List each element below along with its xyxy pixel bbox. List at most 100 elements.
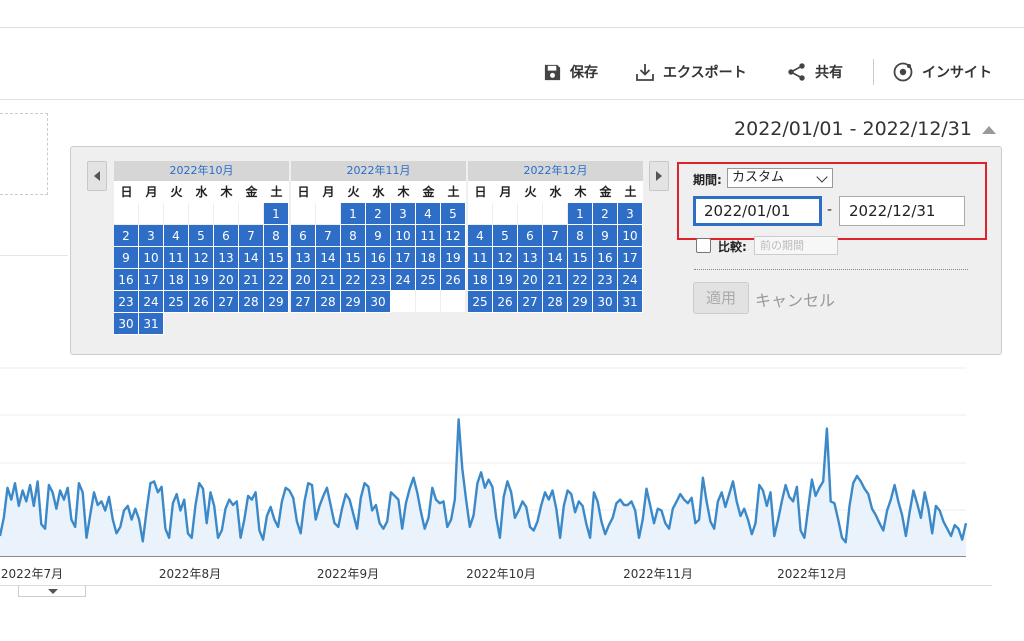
calendar-day[interactable]: 3 <box>618 203 643 225</box>
calendar-day[interactable]: 17 <box>618 247 643 269</box>
calendar-day[interactable]: 28 <box>316 291 341 313</box>
calendar-day[interactable]: 8 <box>568 225 593 247</box>
calendar-day[interactable]: 7 <box>239 225 264 247</box>
calendar-day[interactable]: 20 <box>214 269 239 291</box>
calendar-day[interactable]: 11 <box>164 247 189 269</box>
calendar-day[interactable]: 28 <box>543 291 568 313</box>
calendar-day[interactable]: 26 <box>441 269 466 291</box>
calendar-day[interactable]: 9 <box>114 247 139 269</box>
calendar-day[interactable]: 14 <box>316 247 341 269</box>
calendar-day[interactable]: 3 <box>139 225 164 247</box>
compare-select[interactable]: 前の期間 <box>754 236 838 255</box>
calendar-day[interactable]: 5 <box>189 225 214 247</box>
calendar-day[interactable]: 13 <box>214 247 239 269</box>
calendar-day[interactable]: 22 <box>568 269 593 291</box>
calendar-day[interactable]: 4 <box>468 225 493 247</box>
calendar-day[interactable]: 26 <box>493 291 518 313</box>
calendar-day[interactable]: 10 <box>139 247 164 269</box>
calendar-day[interactable]: 15 <box>264 247 289 269</box>
cancel-link[interactable]: キャンセル <box>755 287 835 311</box>
calendar-day[interactable]: 19 <box>441 247 466 269</box>
export-button[interactable]: エクスポート <box>635 60 747 84</box>
calendar-day[interactable]: 19 <box>493 269 518 291</box>
share-button[interactable]: 共有 <box>787 60 843 84</box>
calendar-day[interactable]: 27 <box>291 291 316 313</box>
calendar-day[interactable]: 23 <box>593 269 618 291</box>
date-range-title[interactable]: 2022/01/01 - 2022/12/31 <box>734 118 972 140</box>
calendar-day[interactable]: 14 <box>239 247 264 269</box>
calendar-day[interactable]: 5 <box>493 225 518 247</box>
calendar-day[interactable]: 25 <box>468 291 493 313</box>
end-date-input[interactable]: 2022/12/31 <box>839 196 965 226</box>
calendar-day[interactable]: 16 <box>593 247 618 269</box>
calendar-day[interactable]: 18 <box>164 269 189 291</box>
calendar-day[interactable]: 20 <box>291 269 316 291</box>
calendar-day[interactable]: 7 <box>316 225 341 247</box>
calendar-day[interactable]: 12 <box>441 225 466 247</box>
calendar-day[interactable]: 24 <box>618 269 643 291</box>
calendar-day[interactable]: 15 <box>568 247 593 269</box>
calendar-day[interactable]: 7 <box>543 225 568 247</box>
calendar-day[interactable]: 5 <box>441 203 466 225</box>
calendar-day[interactable]: 29 <box>568 291 593 313</box>
calendar-day[interactable]: 31 <box>139 313 164 335</box>
calendar-day[interactable]: 9 <box>366 225 391 247</box>
calendar-day[interactable]: 8 <box>264 225 289 247</box>
calendar-day[interactable]: 12 <box>493 247 518 269</box>
calendar-day[interactable]: 26 <box>189 291 214 313</box>
calendar-day[interactable]: 1 <box>341 203 366 225</box>
calendar-day[interactable]: 21 <box>239 269 264 291</box>
calendar-day[interactable]: 24 <box>391 269 416 291</box>
compare-checkbox[interactable] <box>696 238 711 253</box>
calendar-day[interactable]: 6 <box>291 225 316 247</box>
calendar-day[interactable]: 18 <box>416 247 441 269</box>
calendar-day[interactable]: 18 <box>468 269 493 291</box>
calendar-day[interactable]: 9 <box>593 225 618 247</box>
calendar-day[interactable]: 1 <box>264 203 289 225</box>
calendar-day[interactable]: 25 <box>416 269 441 291</box>
calendar-day[interactable]: 11 <box>416 225 441 247</box>
calendar-day[interactable]: 24 <box>139 291 164 313</box>
calendar-day[interactable]: 30 <box>114 313 139 335</box>
insights-button[interactable]: インサイト <box>892 60 992 84</box>
calendar-day[interactable]: 17 <box>391 247 416 269</box>
calendar-day[interactable]: 27 <box>214 291 239 313</box>
prev-month-button[interactable] <box>87 161 107 191</box>
next-month-button[interactable] <box>649 161 669 191</box>
calendar-day[interactable]: 23 <box>366 269 391 291</box>
expand-tab[interactable] <box>18 586 86 597</box>
calendar-day[interactable]: 19 <box>189 269 214 291</box>
calendar-day[interactable]: 29 <box>341 291 366 313</box>
calendar-day[interactable]: 30 <box>593 291 618 313</box>
calendar-day[interactable]: 15 <box>341 247 366 269</box>
calendar-day[interactable]: 6 <box>214 225 239 247</box>
calendar-day[interactable]: 13 <box>291 247 316 269</box>
calendar-day[interactable]: 16 <box>114 269 139 291</box>
collapse-caret-icon[interactable] <box>982 126 996 134</box>
calendar-day[interactable]: 2 <box>114 225 139 247</box>
calendar-day[interactable]: 1 <box>568 203 593 225</box>
calendar-day[interactable]: 10 <box>618 225 643 247</box>
calendar-day[interactable]: 23 <box>114 291 139 313</box>
calendar-day[interactable]: 4 <box>164 225 189 247</box>
calendar-day[interactable]: 30 <box>366 291 391 313</box>
calendar-day[interactable]: 14 <box>543 247 568 269</box>
calendar-day[interactable]: 21 <box>316 269 341 291</box>
apply-button[interactable]: 適用 <box>693 282 749 314</box>
calendar-day[interactable]: 11 <box>468 247 493 269</box>
save-button[interactable]: 保存 <box>543 60 598 84</box>
calendar-day[interactable]: 10 <box>391 225 416 247</box>
start-date-input[interactable]: 2022/01/01 <box>693 196 822 226</box>
calendar-day[interactable]: 21 <box>543 269 568 291</box>
calendar-day[interactable]: 20 <box>518 269 543 291</box>
calendar-day[interactable]: 8 <box>341 225 366 247</box>
calendar-day[interactable]: 6 <box>518 225 543 247</box>
calendar-day[interactable]: 31 <box>618 291 643 313</box>
calendar-day[interactable]: 27 <box>518 291 543 313</box>
calendar-day[interactable]: 12 <box>189 247 214 269</box>
calendar-day[interactable]: 16 <box>366 247 391 269</box>
calendar-day[interactable]: 22 <box>341 269 366 291</box>
calendar-day[interactable]: 2 <box>593 203 618 225</box>
calendar-day[interactable]: 28 <box>239 291 264 313</box>
calendar-day[interactable]: 4 <box>416 203 441 225</box>
